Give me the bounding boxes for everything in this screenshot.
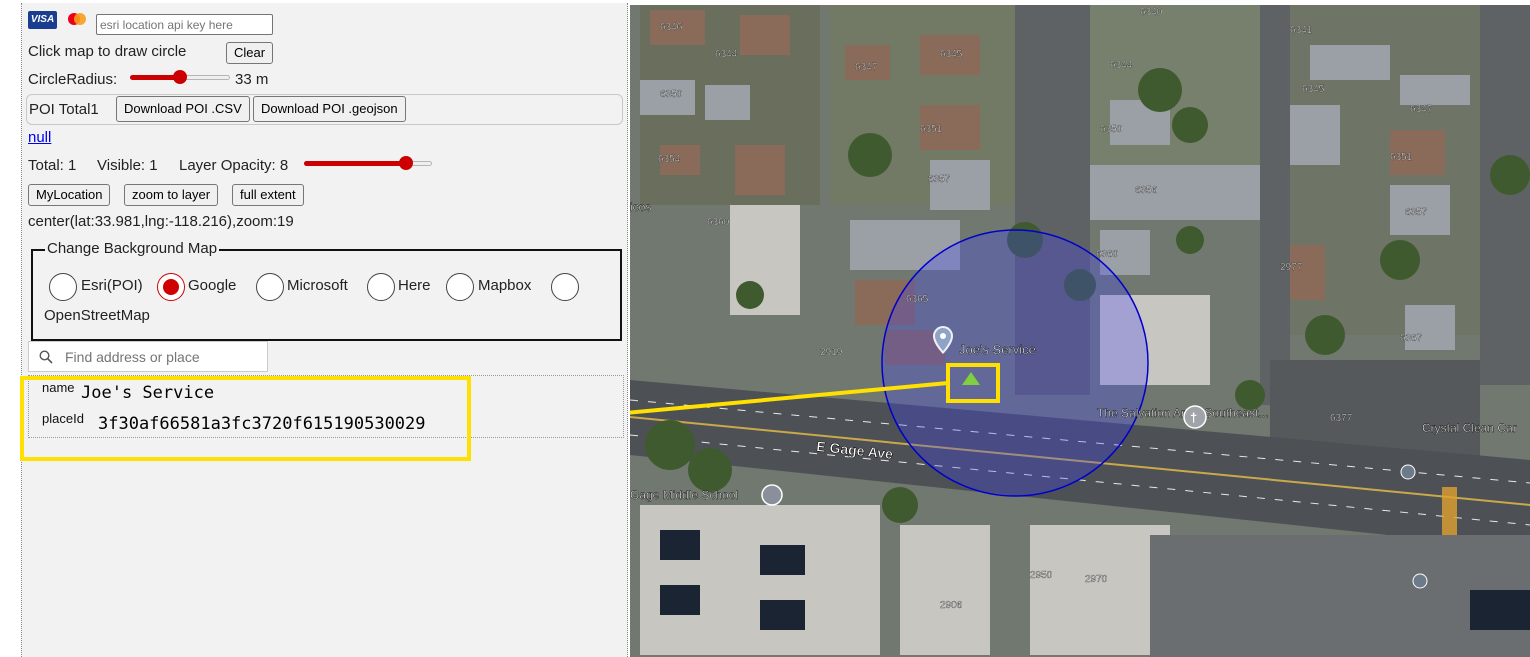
download-geojson-button[interactable]: Download POI .geojson [253, 96, 406, 122]
house-number: 2970 [1085, 574, 1108, 585]
house-number: 2906 [940, 600, 963, 611]
radio-mapbox[interactable] [446, 273, 474, 301]
house-number: 6350 [1100, 124, 1123, 135]
house-number: 6351 [1390, 152, 1413, 163]
icos-label: icos [630, 200, 651, 214]
house-number: 6357 [928, 174, 951, 185]
house-number: 6347 [1410, 104, 1433, 115]
house-number: 6341 [1290, 25, 1313, 36]
bus-stop-icon [1400, 464, 1416, 480]
visible-count: Visible: 1 [97, 157, 158, 174]
full-extent-button[interactable]: full extent [232, 184, 304, 206]
house-number: 6346 [660, 22, 683, 33]
zoom-to-layer-button[interactable]: zoom to layer [124, 184, 219, 206]
house-number: 6350 [660, 89, 683, 100]
gage-middle-school-label: Gage Middle School [630, 488, 738, 502]
house-number: 6354 [658, 154, 681, 165]
house-number: 6347 [855, 62, 878, 73]
search-radius-circle [881, 229, 1149, 497]
radio-openstreetmap[interactable] [551, 273, 579, 301]
poi-total: POI Total1 [29, 101, 99, 118]
house-number: 6345 [1302, 84, 1325, 95]
school-icon [761, 484, 783, 506]
radio-label-esri-poi: Esri(POI) [81, 277, 143, 294]
radio-google[interactable] [157, 273, 185, 301]
house-number: 6344 [715, 49, 738, 60]
house-number: 6340 [1140, 7, 1163, 18]
house-number: 6365 [906, 294, 929, 305]
radio-label-openstreetmap: OpenStreetMap [44, 307, 150, 324]
visa-icon: VISA [28, 11, 57, 29]
house-number: 2919 [820, 347, 843, 358]
background-map-selector: Change Background Map Esri(POI) Google M… [31, 240, 622, 341]
radio-here[interactable] [367, 273, 395, 301]
clear-button[interactable]: Clear [226, 42, 274, 64]
total-count: Total: 1 [28, 157, 77, 174]
poi-toolbar: POI Total1 Download POI .CSV Download PO… [26, 94, 623, 125]
search-box [28, 341, 268, 372]
radio-label-mapbox: Mapbox [478, 277, 532, 294]
house-number: 2950 [1030, 570, 1053, 581]
search-input[interactable] [63, 346, 263, 368]
draw-instruction: Click map to draw circle [28, 43, 187, 60]
house-number: 2977 [1280, 262, 1303, 273]
api-key-input[interactable] [96, 14, 273, 35]
crystal-clean-label: Crystal Clean Car [1422, 421, 1517, 435]
house-number: 6367 [1400, 333, 1423, 344]
search-icon [39, 350, 53, 369]
my-location-button[interactable]: MyLocation [28, 184, 111, 206]
house-number: 6377 [1330, 413, 1353, 424]
house-number: 6351 [920, 124, 943, 135]
map-view[interactable]: 6346 6344 6340 6341 6345 6347 6344 6350 6345 6347… [630, 5, 1530, 657]
mastercard-icon [64, 11, 90, 29]
layer-opacity-label: Layer Opacity: 8 [179, 157, 289, 174]
circle-radius-value: 33 m [235, 71, 269, 88]
result-link[interactable]: null [28, 129, 51, 146]
circle-radius-slider[interactable] [130, 69, 230, 85]
house-number: 6357 [1405, 207, 1428, 218]
circle-radius-label: CircleRadius: [28, 71, 118, 88]
radio-label-google: Google [188, 277, 237, 294]
radio-esri-poi[interactable] [49, 273, 77, 301]
radio-label-here: Here [398, 277, 431, 294]
info-highlight-box [20, 376, 471, 461]
house-number: 6345 [940, 49, 963, 60]
svg-text:†: † [1190, 410, 1197, 425]
salvation-army-label: The Salvation Army Southeast... [1097, 406, 1268, 420]
house-number: 6356 [1135, 185, 1158, 196]
download-csv-button[interactable]: Download POI .CSV [116, 96, 250, 122]
house-number: 6360 [707, 217, 730, 228]
house-number: 6344 [1110, 60, 1133, 71]
bus-stop-icon [1412, 573, 1428, 589]
map-center-readout: center(lat:33.981,lng:-118.216),zoom:19 [28, 213, 294, 230]
background-map-legend: Change Background Map [45, 240, 220, 257]
poi-map-label: Joe's Service [959, 342, 1036, 357]
radio-microsoft[interactable] [256, 273, 284, 301]
radio-label-microsoft: Microsoft [287, 277, 348, 294]
house-number: 6360 [1096, 249, 1119, 260]
layer-opacity-slider[interactable] [304, 155, 432, 171]
control-panel: VISA Click map to draw circle Clear Circ… [21, 3, 628, 657]
